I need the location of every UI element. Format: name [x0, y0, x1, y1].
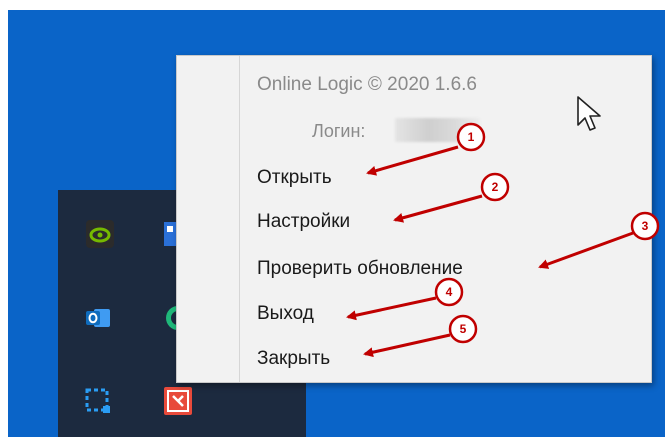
login-label: Логин: [312, 121, 366, 141]
menu-item-exit[interactable]: Выход [257, 303, 314, 325]
windows-app-icon[interactable] [164, 220, 176, 248]
login-value-redacted [395, 118, 480, 142]
mouse-cursor-icon [577, 96, 601, 131]
nvidia-icon[interactable] [86, 220, 114, 248]
snipping-tool-icon[interactable] [84, 387, 112, 415]
menu-item-close[interactable]: Закрыть [257, 348, 330, 370]
green-app-icon[interactable] [164, 304, 190, 332]
app-version-header: Online Logic © 2020 1.6.6 [257, 74, 477, 95]
menu-item-settings[interactable]: Настройки [257, 211, 350, 233]
outlook-icon[interactable] [84, 304, 112, 332]
menu-item-open[interactable]: Открыть [257, 167, 332, 189]
red-app-icon[interactable] [164, 387, 192, 415]
menu-gutter-divider [239, 56, 240, 382]
menu-item-check-update[interactable]: Проверить обновление [257, 258, 463, 280]
